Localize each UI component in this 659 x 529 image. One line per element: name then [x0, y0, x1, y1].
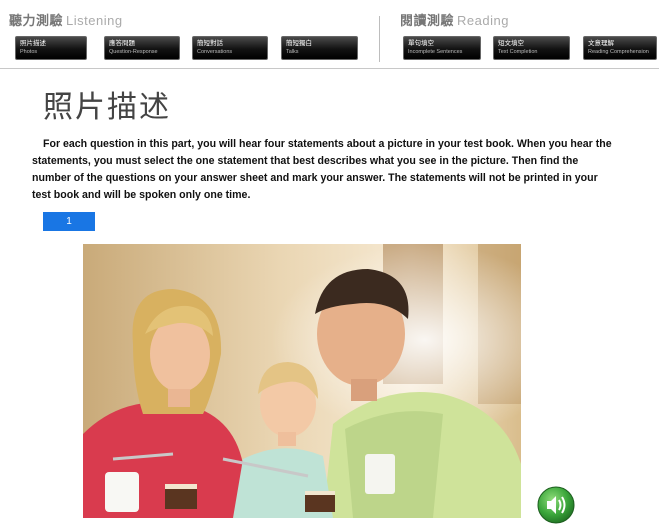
reading-section-title: 閱讀測驗 Reading	[400, 10, 509, 29]
reading-title-zh: 閱讀測驗	[400, 13, 455, 28]
nav-button-question-response[interactable]: 應答問題 Question-Response	[104, 36, 180, 60]
nav-button-conversations[interactable]: 簡短對話 Conversations	[192, 36, 268, 60]
audio-play-button[interactable]	[537, 486, 575, 524]
question-tab-1[interactable]: 1	[43, 212, 95, 231]
instructions-text: For each question in this part, you will…	[32, 138, 612, 201]
listening-title-zh: 聽力測驗	[9, 13, 64, 28]
question-photo	[83, 244, 521, 518]
nav-button-label-zh: 應答問題	[109, 40, 135, 47]
nav-button-label-en: Reading Comprehension	[588, 49, 649, 55]
nav-button-incomplete-sentences[interactable]: 單句填空 Incomplete Sentences	[403, 36, 481, 60]
section-divider	[379, 16, 380, 62]
listening-section-title: 聽力測驗 Listening	[9, 10, 123, 29]
nav-button-label-en: Text Completion	[498, 49, 538, 55]
nav-button-label-en: Question-Response	[109, 49, 158, 55]
nav-button-label-zh: 短文填空	[498, 40, 524, 47]
nav-button-reading-comprehension[interactable]: 文意理解 Reading Comprehension	[583, 36, 657, 60]
nav-button-photos[interactable]: 照片描述 Photos	[15, 36, 87, 60]
nav-button-label-zh: 簡短獨白	[286, 40, 312, 47]
nav-button-label-en: Talks	[286, 49, 299, 55]
top-navigation: 聽力測驗 Listening 閱讀測驗 Reading 照片描述 Photos 應答…	[0, 0, 659, 69]
nav-button-label-zh: 簡短對話	[197, 40, 223, 47]
speaker-icon	[537, 486, 575, 524]
nav-button-label-zh: 文意理解	[588, 40, 614, 47]
listening-title-en: Listening	[66, 13, 123, 28]
nav-button-label-en: Conversations	[197, 49, 233, 55]
nav-button-talks[interactable]: 簡短獨白 Talks	[281, 36, 358, 60]
reading-title-en: Reading	[457, 13, 509, 28]
nav-button-label-zh: 單句填空	[408, 40, 434, 47]
nav-button-text-completion[interactable]: 短文填空 Text Completion	[493, 36, 570, 60]
nav-button-label-en: Photos	[20, 49, 38, 55]
nav-button-label-en: Incomplete Sentences	[408, 49, 463, 55]
page-title: 照片描述	[43, 90, 171, 125]
nav-button-label-zh: 照片描述	[20, 40, 46, 47]
